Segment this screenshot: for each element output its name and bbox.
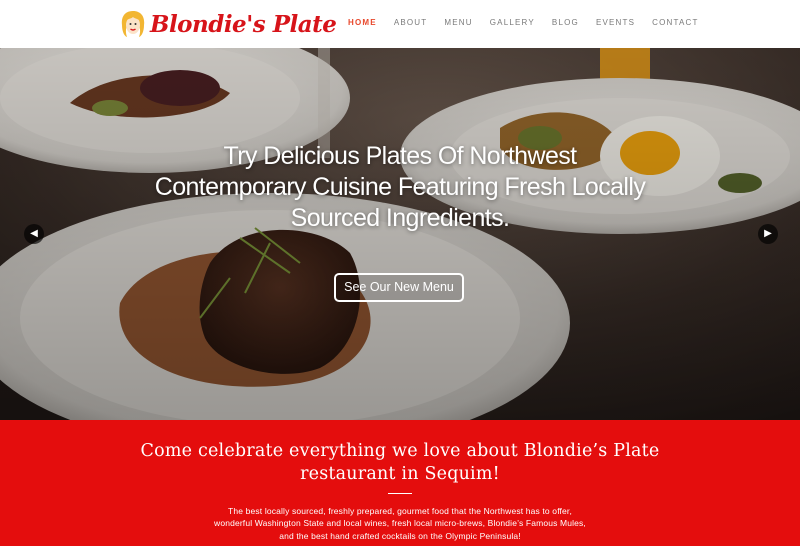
brand-name: Blondie's Plate — [150, 10, 337, 38]
blondie-face-icon — [120, 9, 146, 39]
nav-item-home[interactable]: HOME — [348, 17, 377, 29]
site-logo[interactable]: Blondie's Plate — [120, 6, 337, 42]
chevron-left-icon: ◀ — [30, 228, 38, 239]
intro-body: The best locally sourced, freshly prepar… — [214, 506, 586, 541]
slider-prev-button[interactable]: ◀ — [24, 224, 44, 244]
intro-section: Come celebrate everything we love about … — [0, 420, 800, 546]
nav-item-about[interactable]: ABOUT — [394, 17, 428, 29]
intro-divider — [388, 493, 412, 494]
nav-item-contact[interactable]: CONTACT — [652, 17, 698, 29]
hero-food-image — [0, 48, 800, 420]
hero-slider: Try Delicious Plates Of Northwest Contem… — [0, 48, 800, 420]
slider-next-button[interactable]: ▶ — [758, 224, 778, 244]
see-menu-button[interactable]: See Our New Menu — [334, 273, 464, 302]
site-header: Blondie's Plate HOME ABOUT MENU GALLERY … — [0, 0, 800, 48]
nav-item-menu[interactable]: MENU — [444, 17, 472, 29]
intro-title: Come celebrate everything we love about … — [140, 441, 660, 484]
hero-headline: Try Delicious Plates Of Northwest Contem… — [154, 142, 646, 232]
nav-item-gallery[interactable]: GALLERY — [490, 17, 535, 29]
nav-item-events[interactable]: EVENTS — [596, 17, 635, 29]
chevron-right-icon: ▶ — [764, 228, 772, 239]
main-nav: HOME ABOUT MENU GALLERY BLOG EVENTS CONT… — [348, 17, 716, 29]
nav-item-blog[interactable]: BLOG — [552, 17, 579, 29]
